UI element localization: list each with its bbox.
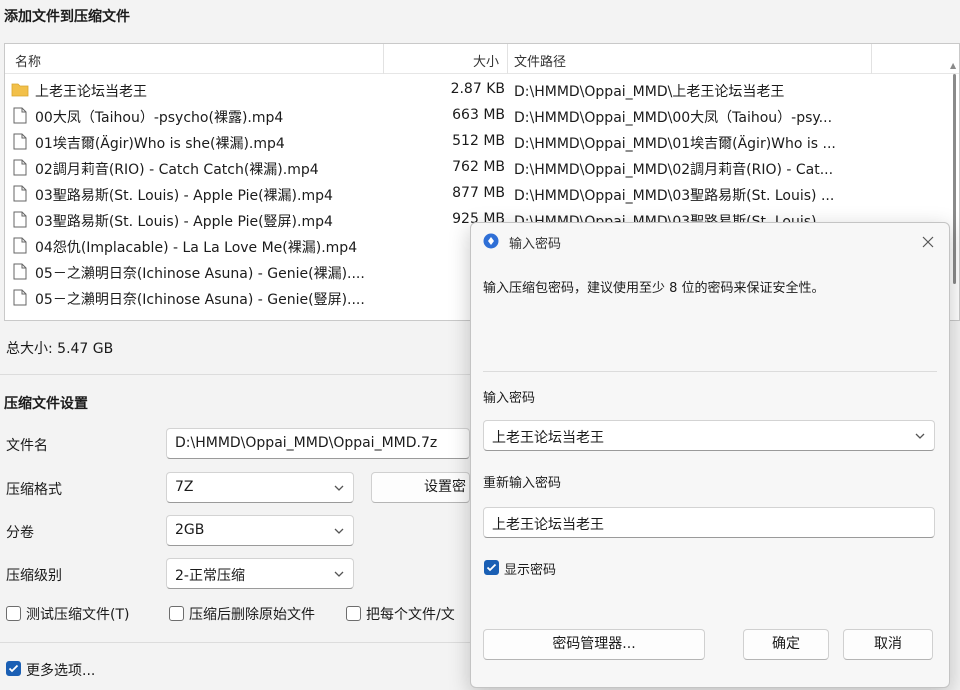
volume-label: 分卷 [6,525,34,541]
delete-source-checkbox[interactable] [169,606,184,621]
test-archive-label[interactable]: 测试压缩文件(T) [26,604,129,624]
reenter-password-input[interactable]: 上老王论坛当老王 [483,507,935,538]
scrollbar-thumb[interactable] [953,74,956,284]
file-icon [13,211,27,228]
file-name: 04怨仇(Implacable) - La La Love Me(裸漏).mp4 [35,240,358,256]
level-select[interactable]: 2-正常压缩 [166,558,354,589]
column-header-path[interactable]: 文件路径 [514,51,566,70]
set-password-button[interactable]: 设置密 [371,472,470,503]
app-logo-icon [483,233,499,249]
folder-icon [11,83,29,97]
volume-select-value: 2GB [175,522,205,538]
dialog-title: 输入密码 [509,237,562,252]
column-separator[interactable] [383,44,384,74]
delete-source-label[interactable]: 压缩后删除原始文件 [189,604,315,624]
show-password-checkbox[interactable] [484,560,499,575]
level-select-value: 2-正常压缩 [175,568,245,584]
checkmark-icon [486,563,497,572]
more-options-label[interactable]: 更多选项... [26,660,95,680]
format-label: 压缩格式 [6,482,62,498]
file-icon [13,263,27,280]
file-icon [13,185,27,202]
file-path: D:\HMMD\Oppai_MMD\00大凤（Taihou）-psy... [514,110,833,126]
file-size: 512 MB [452,133,505,149]
file-name: 00大凤（Taihou）-psycho(裸露).mp4 [35,110,284,126]
list-item[interactable]: 上老王论坛当老王 2.87 KB D:\HMMD\Oppai_MMD\上老王论坛… [5,77,945,103]
scroll-up-arrow-icon[interactable]: ▲ [950,62,958,70]
list-item[interactable]: 02調月莉音(RIO) - Catch Catch(裸漏).mp4 762 MB… [5,155,945,181]
total-size: 总大小: 5.47 GB [6,341,114,357]
file-path: D:\HMMD\Oppai_MMD\上老王论坛当老王 [514,84,785,100]
file-name: 03聖路易斯(St. Louis) - Apple Pie(豎屏).mp4 [35,214,333,230]
show-password-label[interactable]: 显示密码 [504,559,556,578]
reenter-password-label: 重新输入密码 [483,476,562,491]
file-path: D:\HMMD\Oppai_MMD\03聖路易斯(St. Louis) ... [514,188,835,204]
column-header-name[interactable]: 名称 [15,51,41,70]
file-size: 877 MB [452,185,505,201]
settings-section-title: 压缩文件设置 [4,396,88,412]
password-label: 输入密码 [483,391,536,406]
file-size: 762 MB [452,159,505,175]
chevron-down-icon[interactable] [914,430,926,442]
file-name: 02調月莉音(RIO) - Catch Catch(裸漏).mp4 [35,162,319,178]
password-value: 上老王论坛当老王 [492,430,604,446]
file-path: D:\HMMD\Oppai_MMD\02調月莉音(RIO) - Cat... [514,162,834,178]
column-separator[interactable] [507,44,508,74]
password-dialog: 输入密码 输入压缩包密码，建议使用至少 8 位的密码来保证安全性。 输入密码 上… [470,222,950,688]
file-icon [13,107,27,124]
chevron-down-icon [334,571,344,577]
divider [0,642,470,643]
file-path: D:\HMMD\Oppai_MMD\01埃吉爾(Ägir)Who is ... [514,136,836,152]
file-name: 01埃吉爾(Ägir)Who is she(裸漏).mp4 [35,136,285,152]
vertical-scrollbar[interactable]: ▲ [950,62,958,304]
window-title: 添加文件到压缩文件 [4,9,130,25]
test-archive-checkbox[interactable] [6,606,21,621]
list-item[interactable]: 01埃吉爾(Ägir)Who is she(裸漏).mp4 512 MB D:\… [5,129,945,155]
file-size: 2.87 KB [450,81,505,97]
close-icon[interactable] [917,231,939,253]
file-name: 05－之瀨明日奈(Ichinose Asuna) - Genie(裸漏).... [35,266,365,282]
list-item[interactable]: 00大凤（Taihou）-psycho(裸露).mp4 663 MB D:\HM… [5,103,945,129]
more-options-checkbox[interactable] [6,661,21,676]
format-select[interactable]: 7Z [166,472,354,503]
file-icon [13,133,27,150]
password-input[interactable]: 上老王论坛当老王 [483,420,935,451]
dialog-description: 输入压缩包密码，建议使用至少 8 位的密码来保证安全性。 [483,281,825,296]
password-manager-button[interactable]: 密码管理器... [483,629,705,660]
checkmark-icon [8,664,19,673]
level-label: 压缩级别 [6,568,62,584]
divider [0,374,470,375]
file-name: 03聖路易斯(St. Louis) - Apple Pie(裸漏).mp4 [35,188,333,204]
cancel-button[interactable]: 取消 [843,629,933,660]
chevron-down-icon [334,528,344,534]
format-select-value: 7Z [175,479,194,495]
column-header-size[interactable]: 大小 [473,51,499,70]
file-icon [13,237,27,254]
ok-button[interactable]: 确定 [743,629,829,660]
file-size: 663 MB [452,107,505,123]
archive-each-checkbox[interactable] [346,606,361,621]
filename-input[interactable]: D:\HMMD\Oppai_MMD\Oppai_MMD.7z [166,428,470,459]
volume-select[interactable]: 2GB [166,515,354,546]
list-header: 名称 大小 文件路径 [5,44,959,74]
file-icon [13,289,27,306]
file-name: 上老王论坛当老王 [35,84,147,100]
archive-each-label[interactable]: 把每个文件/文 [366,604,455,624]
divider [483,371,937,372]
list-item[interactable]: 03聖路易斯(St. Louis) - Apple Pie(裸漏).mp4 87… [5,181,945,207]
filename-label: 文件名 [6,438,48,454]
column-separator[interactable] [871,44,872,74]
chevron-down-icon [334,485,344,491]
file-icon [13,159,27,176]
file-name: 05－之瀨明日奈(Ichinose Asuna) - Genie(豎屏).... [35,292,365,308]
